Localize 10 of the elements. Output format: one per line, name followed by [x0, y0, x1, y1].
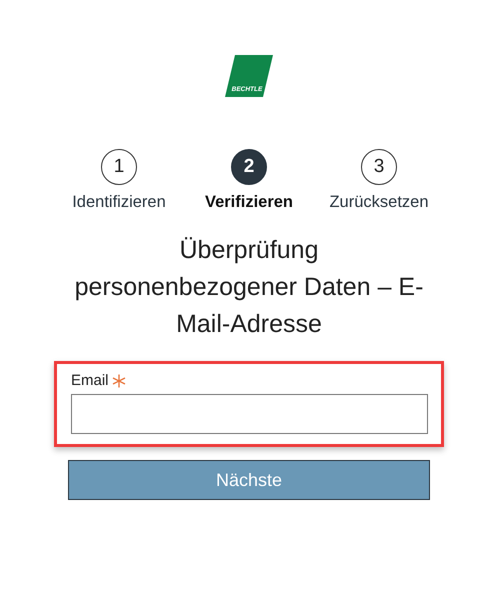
- field-label: Email: [71, 372, 109, 389]
- email-input-field[interactable]: [71, 394, 428, 434]
- step-number: 3: [361, 149, 397, 185]
- step-number: 1: [101, 149, 137, 185]
- page-title: Überprüfung personenbezogener Daten – E-Mail-Adresse: [74, 235, 424, 340]
- step-label: Zurücksetzen: [329, 193, 429, 212]
- step-label: Verifizieren: [204, 193, 294, 212]
- step-label: Identifizieren: [72, 193, 166, 212]
- step-number: 2: [231, 149, 267, 185]
- next-button[interactable]: Nächste: [68, 460, 430, 500]
